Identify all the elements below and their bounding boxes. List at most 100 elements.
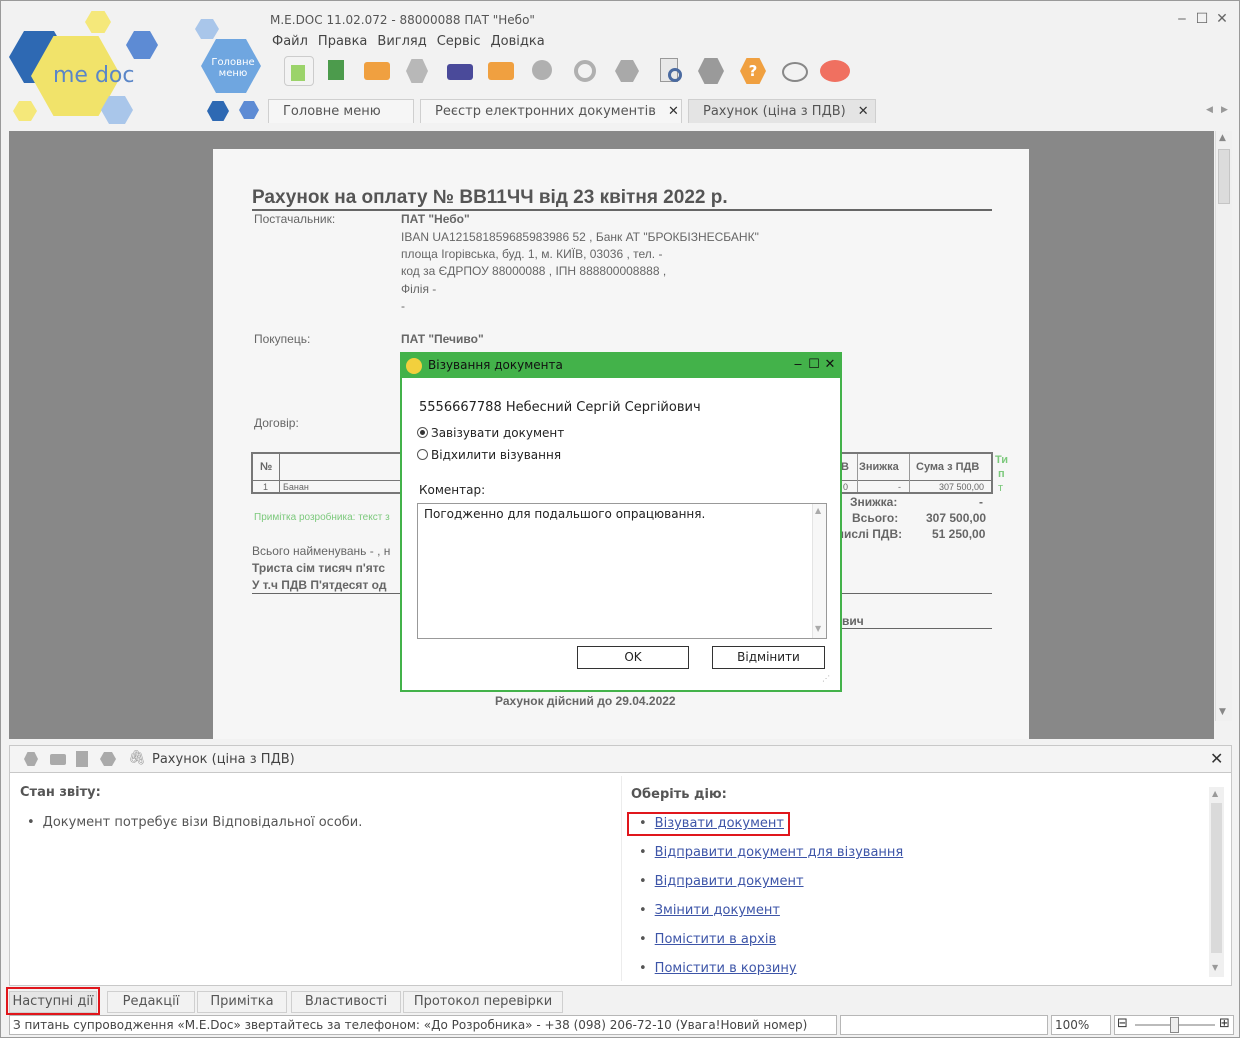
tab-scroll-left-icon[interactable]: ◀ <box>1206 105 1213 115</box>
tab-home[interactable]: Головне меню <box>268 99 414 123</box>
action-link[interactable]: Відправити документ для візування <box>655 845 904 860</box>
tab-properties[interactable]: Властивості <box>291 991 401 1013</box>
attach-icon[interactable]: 🖇 <box>128 750 146 766</box>
zoom-slider[interactable]: ⊟ ⊞ <box>1114 1015 1234 1035</box>
scroll-down-icon[interactable]: ▼ <box>1219 707 1226 717</box>
tab-revisions[interactable]: Редакції <box>107 991 195 1013</box>
tab-scroll-right-icon[interactable]: ▶ <box>1221 105 1228 115</box>
tab-validation-protocol[interactable]: Протокол перевірки <box>403 991 563 1013</box>
action-edit[interactable]: • Змінити документ <box>639 903 780 918</box>
resize-grip-icon[interactable]: ⋰ <box>822 674 830 683</box>
col-discount: Знижка <box>859 461 899 473</box>
comment-textarea[interactable]: Погодженно для подальшого опрацювання. ▲… <box>417 503 827 639</box>
scroll-thumb[interactable] <box>1218 149 1230 204</box>
dialog-close-icon[interactable]: ✕ <box>822 357 838 372</box>
totals-discount-label: Знижка: <box>850 495 898 509</box>
window-title: M.E.DOC 11.02.072 - 88000088 ПАТ "Небо" <box>270 13 535 27</box>
tab-note[interactable]: Примітка <box>197 991 287 1013</box>
inbox-icon[interactable] <box>612 56 642 86</box>
minimize-icon[interactable]: ‒ <box>1172 11 1192 27</box>
action-link[interactable]: Змінити документ <box>655 903 780 918</box>
reject-option[interactable]: Відхилити візування <box>417 448 561 462</box>
document-title: Рахунок на оплату № ВВ11ЧЧ від 23 квітня… <box>252 187 728 208</box>
scroll-up-icon[interactable]: ▲ <box>1219 133 1226 143</box>
panel-title: Рахунок (ціна з ПДВ) <box>152 752 295 767</box>
stamp-icon[interactable] <box>402 56 432 86</box>
action-link[interactable]: Помістити в архів <box>655 932 776 947</box>
totals-vat-value: 51 250,00 <box>932 527 986 541</box>
inbox-small-icon[interactable] <box>100 752 116 766</box>
tab-invoice[interactable]: Рахунок (ціна з ПДВ) ✕ <box>688 99 876 123</box>
feedback-icon[interactable] <box>820 56 850 86</box>
action-send[interactable]: • Відправити документ <box>639 874 804 889</box>
comment-scroll-up-icon[interactable]: ▲ <box>815 506 821 515</box>
actions-scroll-down-icon[interactable]: ▼ <box>1212 963 1218 972</box>
actions-scrollbar[interactable]: ▲ ▼ <box>1209 787 1224 977</box>
status-bar: З питань супроводження «M.E.Doc» звертай… <box>9 1015 1234 1036</box>
highlight-approve-action <box>627 812 790 836</box>
chat-icon[interactable] <box>780 56 810 86</box>
copy-icon[interactable] <box>322 56 352 86</box>
print-icon[interactable] <box>444 56 474 86</box>
zoom-level: 100% <box>1051 1015 1111 1035</box>
action-link[interactable]: Відправити документ <box>655 874 804 889</box>
stamp-small-icon[interactable] <box>24 752 38 766</box>
send-envelope-icon[interactable] <box>362 56 392 86</box>
vat-words: У т.ч ПДВ П'ятдесят од <box>252 578 387 592</box>
dialog-maximize-icon[interactable]: ☐ <box>806 357 822 372</box>
find-document-icon[interactable] <box>656 56 686 86</box>
approve-radio[interactable] <box>417 427 428 438</box>
action-send-approval[interactable]: • Відправити документ для візування <box>639 845 903 860</box>
action-archive[interactable]: • Помістити в архів <box>639 932 776 947</box>
action-link[interactable]: Помістити в корзину <box>655 961 797 976</box>
total-items: Всього найменувань - , н <box>252 544 391 558</box>
side-text-3: т <box>998 482 1004 494</box>
zoom-out-icon[interactable]: ⊟ <box>1117 1016 1128 1031</box>
reject-radio[interactable] <box>417 449 428 460</box>
comment-scrollbar[interactable]: ▲ ▼ <box>812 504 826 638</box>
action-trash[interactable]: • Помістити в корзину <box>639 961 797 976</box>
totals-vat-label: числі ПДВ: <box>837 527 903 541</box>
status-empty <box>840 1015 1048 1035</box>
menu-view[interactable]: Вигляд <box>377 34 426 49</box>
signer-name: 5556667788 Небесний Сергій Сергійович <box>419 400 701 415</box>
search-icon[interactable] <box>528 56 558 86</box>
zoom-thumb[interactable] <box>1170 1017 1179 1033</box>
close-window-icon[interactable]: ✕ <box>1212 11 1232 27</box>
actions-scroll-thumb[interactable] <box>1211 803 1222 953</box>
ok-button[interactable]: OK <box>577 646 689 669</box>
menu-file[interactable]: Файл <box>272 34 308 49</box>
close-tab-icon[interactable]: ✕ <box>858 104 869 119</box>
refresh-icon[interactable] <box>570 56 600 86</box>
developer-note: Примітка розробника: текст з <box>254 512 390 523</box>
maximize-icon[interactable]: ☐ <box>1192 11 1212 27</box>
new-document-icon[interactable] <box>284 56 314 86</box>
document-scrollbar[interactable]: ▲ ▼ <box>1215 131 1232 721</box>
actions-scroll-up-icon[interactable]: ▲ <box>1212 789 1218 798</box>
zoom-in-icon[interactable]: ⊞ <box>1219 1016 1230 1031</box>
approve-option[interactable]: Завізувати документ <box>417 426 564 440</box>
dialog-minimize-icon[interactable]: ‒ <box>790 357 806 372</box>
print-small-icon[interactable] <box>50 754 66 765</box>
tab-registry[interactable]: Реєстр електронних документів ✕ <box>420 99 682 123</box>
approve-label: Завізувати документ <box>431 426 565 440</box>
approve-dialog: Візування документа ‒ ☐ ✕ 5556667788 Неб… <box>400 352 842 692</box>
menu-edit[interactable]: Правка <box>318 34 367 49</box>
receive-envelope-icon[interactable] <box>486 56 516 86</box>
menu-service[interactable]: Сервіс <box>437 34 481 49</box>
col-vat: В <box>841 461 849 473</box>
cancel-button[interactable]: Відмінити <box>712 646 825 669</box>
menu-help[interactable]: Довідка <box>490 34 544 49</box>
panel-close-icon[interactable]: ✕ <box>1210 749 1223 768</box>
medoc-logo: me doc Головне меню <box>1 1 266 141</box>
close-tab-icon[interactable]: ✕ <box>668 104 679 119</box>
home-menu-button[interactable]: Головне меню <box>207 57 259 79</box>
sign-check-icon[interactable] <box>696 56 726 86</box>
panel-header: 🖇 Рахунок (ціна з ПДВ) ✕ <box>9 745 1232 773</box>
comment-scroll-down-icon[interactable]: ▼ <box>815 624 821 633</box>
buyer-name: ПАТ "Печиво" <box>401 332 484 346</box>
copy-small-icon[interactable] <box>76 751 88 767</box>
comment-label: Коментар: <box>419 483 486 497</box>
totals-total-label: Всього: <box>852 511 899 525</box>
help-icon[interactable]: ? <box>738 56 768 86</box>
